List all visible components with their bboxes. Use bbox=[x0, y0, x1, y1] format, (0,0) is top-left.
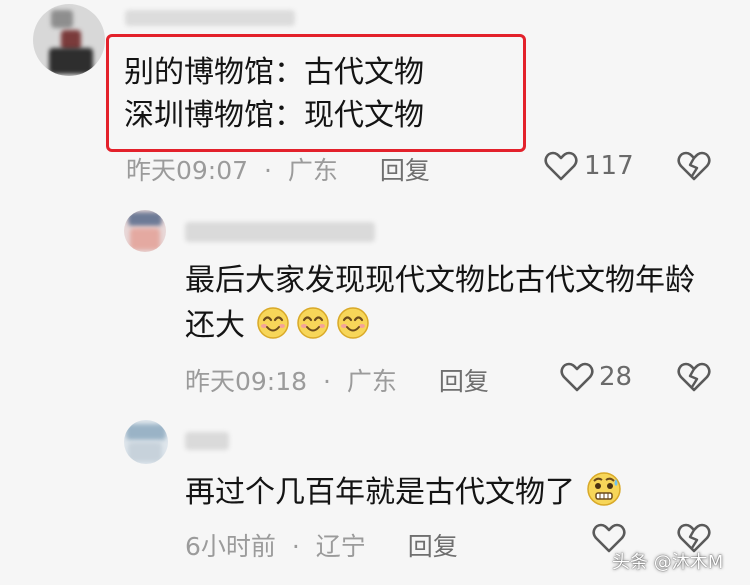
comment-line: 深圳博物馆：现代文物 bbox=[124, 98, 424, 133]
smile-emoji-icon bbox=[255, 305, 291, 341]
comment-location: 广东 bbox=[287, 156, 338, 185]
reply-button[interactable]: 回复 bbox=[380, 156, 430, 185]
comment-meta: 昨天09:18 · 广东 回复 bbox=[185, 362, 497, 398]
reply-button[interactable]: 回复 bbox=[439, 367, 489, 396]
comment-time: 昨天09:18 bbox=[185, 367, 308, 396]
like-count: 28 bbox=[599, 362, 633, 392]
like-count: 117 bbox=[584, 151, 634, 181]
comment-time: 昨天09:07 bbox=[126, 156, 249, 185]
comment-meta: 昨天09:07 · 广东 回复 bbox=[126, 151, 438, 187]
comment-location: 广东 bbox=[346, 367, 397, 396]
like-icon[interactable] bbox=[560, 361, 594, 393]
emoji-row bbox=[255, 305, 375, 343]
reply-text: 还大 bbox=[185, 305, 375, 347]
dislike-icon[interactable] bbox=[677, 150, 711, 182]
reply-text: 再过个几百年就是古代文物了 bbox=[185, 470, 627, 514]
reply-text-content: 再过个几百年就是古代文物了 bbox=[185, 475, 575, 510]
avatar[interactable] bbox=[124, 420, 168, 464]
meta-dot: · bbox=[264, 156, 272, 185]
comment-meta: 6小时前 · 辽宁 回复 bbox=[185, 527, 466, 563]
username-blurred[interactable] bbox=[185, 432, 229, 450]
comment-time: 6小时前 bbox=[185, 532, 276, 561]
reply-text-end: 还大 bbox=[185, 308, 245, 343]
comment-location: 辽宁 bbox=[315, 532, 366, 561]
like-icon[interactable] bbox=[544, 150, 578, 182]
dislike-icon[interactable] bbox=[677, 361, 711, 393]
meta-dot: · bbox=[323, 367, 331, 396]
meta-dot: · bbox=[291, 532, 300, 561]
smile-emoji-icon bbox=[295, 305, 331, 341]
smile-emoji-icon bbox=[335, 305, 371, 341]
comment-line: 别的博物馆：古代文物 bbox=[124, 55, 424, 90]
reply-text: 最后大家发现现代文物比古代文物年龄 bbox=[185, 263, 695, 298]
username-blurred[interactable] bbox=[185, 222, 375, 242]
avatar[interactable] bbox=[33, 4, 105, 76]
username-blurred[interactable] bbox=[125, 10, 295, 26]
watermark: 头条 @沐木M bbox=[612, 552, 724, 573]
avatar[interactable] bbox=[124, 210, 166, 252]
cold-sweat-emoji-icon bbox=[585, 470, 623, 508]
reply-button[interactable]: 回复 bbox=[408, 532, 458, 561]
